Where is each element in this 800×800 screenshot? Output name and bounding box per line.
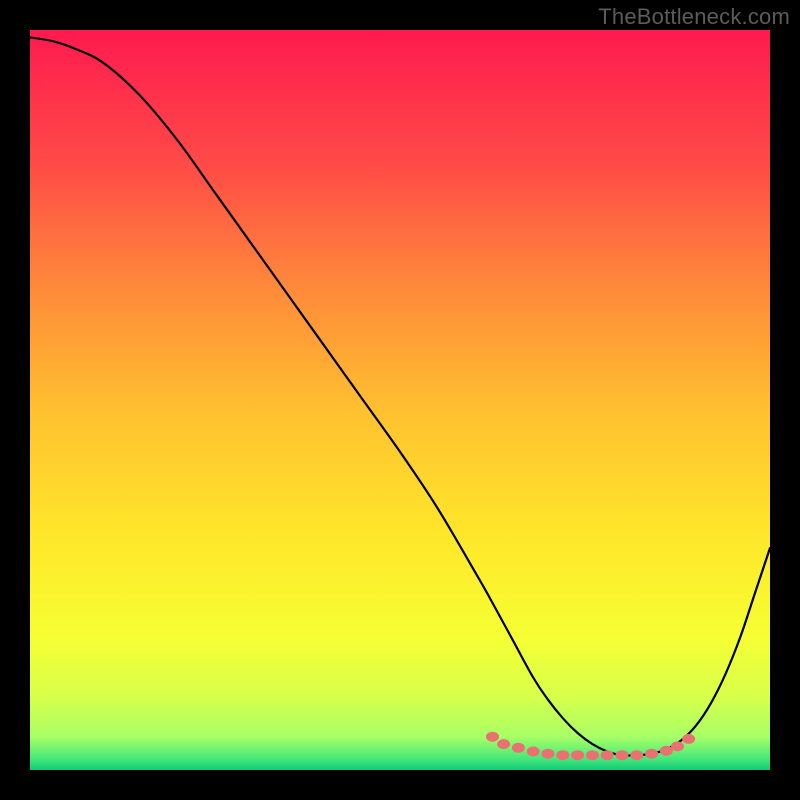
marker-point bbox=[586, 750, 599, 760]
marker-point bbox=[601, 750, 614, 760]
marker-point bbox=[571, 750, 584, 760]
marker-point bbox=[660, 746, 673, 756]
chart-svg bbox=[30, 30, 770, 770]
chart-frame: TheBottleneck.com bbox=[0, 0, 800, 800]
marker-point bbox=[616, 750, 629, 760]
marker-point bbox=[512, 743, 525, 753]
marker-point bbox=[671, 741, 684, 751]
marker-point bbox=[645, 749, 658, 759]
plot-area bbox=[30, 30, 770, 770]
marker-point bbox=[542, 749, 555, 759]
marker-point bbox=[527, 747, 540, 757]
marker-point bbox=[556, 750, 569, 760]
marker-point bbox=[682, 734, 695, 744]
marker-point bbox=[486, 732, 499, 742]
marker-point bbox=[630, 750, 643, 760]
marker-point bbox=[497, 739, 510, 749]
gradient-background bbox=[30, 30, 770, 770]
watermark-text: TheBottleneck.com bbox=[598, 4, 790, 30]
